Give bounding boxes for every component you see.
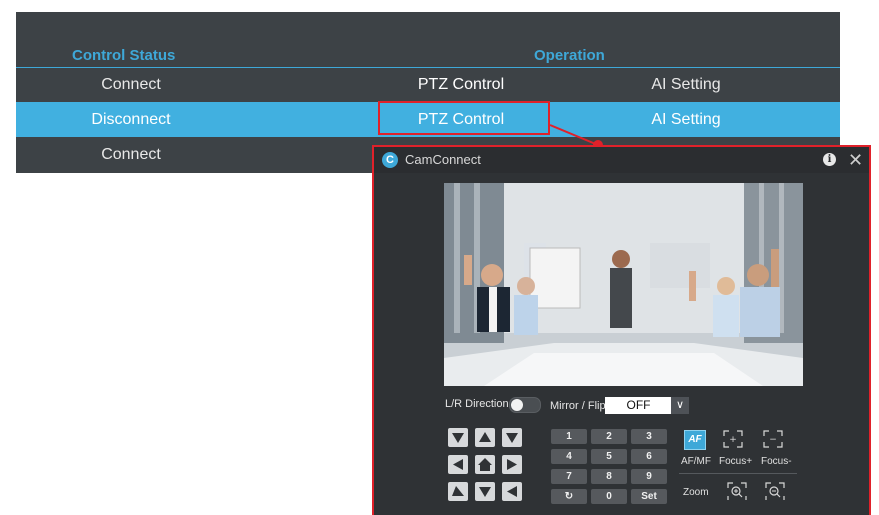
- home-button[interactable]: [475, 455, 495, 474]
- svg-text:−: −: [769, 435, 777, 445]
- svg-text:+: +: [729, 435, 737, 445]
- ai-setting-link[interactable]: AI Setting: [576, 102, 796, 137]
- preset-9-button[interactable]: 9: [631, 469, 667, 484]
- lr-direction-toggle[interactable]: [509, 397, 541, 413]
- preset-0-button[interactable]: 0: [591, 489, 627, 504]
- arrow-up-icon: [479, 432, 491, 442]
- camconnect-window: C CamConnect i ✕ L/R Direction Mirror / …: [372, 145, 871, 515]
- tilt-up-button[interactable]: [475, 428, 495, 447]
- preset-7-button[interactable]: 7: [551, 469, 587, 484]
- preset-5-button[interactable]: 5: [591, 449, 627, 464]
- window-titlebar: C CamConnect i ✕: [374, 147, 869, 173]
- divider: [679, 473, 797, 474]
- af-mf-label: AF/MF: [681, 456, 711, 467]
- arrow-left-small-icon: [507, 486, 517, 497]
- mirror-flip-label: Mirror / Flip: [550, 400, 606, 412]
- arrow-left-icon: [453, 459, 463, 470]
- pan-right-button[interactable]: [502, 455, 522, 474]
- table-row: Connect PTZ Control AI Setting: [16, 67, 840, 102]
- connect-link[interactable]: Connect: [16, 67, 246, 102]
- preset-3-button[interactable]: 3: [631, 429, 667, 444]
- preset-6-button[interactable]: 6: [631, 449, 667, 464]
- pan-up-left-button[interactable]: [448, 428, 468, 447]
- table-header: Control Status Operation: [16, 45, 840, 68]
- zoom-out-icon[interactable]: [765, 482, 785, 500]
- arrow-down-icon: [479, 487, 491, 497]
- arrow-down-right-icon: [506, 433, 518, 443]
- ptz-control-link[interactable]: PTZ Control: [356, 67, 566, 102]
- reset-button[interactable]: ↻: [551, 489, 587, 504]
- header-operation: Operation: [534, 47, 605, 64]
- tilt-down-button[interactable]: [475, 482, 495, 501]
- camera-preview-image: [444, 183, 803, 386]
- preset-2-button[interactable]: 2: [591, 429, 627, 444]
- preset-8-button[interactable]: 8: [591, 469, 627, 484]
- focus-plus-icon[interactable]: +: [723, 430, 743, 448]
- focus-minus-icon[interactable]: −: [763, 430, 783, 448]
- arrow-down-left-icon: [452, 433, 464, 443]
- ptz-control-highlight: [378, 101, 550, 135]
- pan-down-right-button[interactable]: [502, 482, 522, 501]
- preset-1-button[interactable]: 1: [551, 429, 587, 444]
- info-icon[interactable]: i: [823, 153, 836, 166]
- disconnect-link[interactable]: Disconnect: [16, 102, 246, 137]
- zoom-label: Zoom: [683, 487, 709, 498]
- preset-4-button[interactable]: 4: [551, 449, 587, 464]
- home-icon: [478, 458, 492, 471]
- lr-direction-label: L/R Direction: [445, 398, 509, 410]
- arrow-up-left-icon: [452, 486, 464, 496]
- pan-left-button[interactable]: [448, 455, 468, 474]
- chevron-down-icon[interactable]: ∨: [671, 397, 689, 414]
- pan-down-left-button[interactable]: [448, 482, 468, 501]
- mirror-flip-value: OFF: [626, 398, 651, 412]
- arrow-right-icon: [507, 459, 517, 470]
- connect-link[interactable]: Connect: [16, 137, 246, 172]
- focus-minus-label: Focus-: [761, 456, 792, 467]
- close-icon[interactable]: ✕: [848, 150, 863, 170]
- zoom-in-icon[interactable]: [727, 482, 747, 500]
- af-mf-button[interactable]: AF: [684, 430, 706, 450]
- window-title: CamConnect: [405, 152, 481, 167]
- camconnect-logo-icon: C: [382, 152, 398, 168]
- set-preset-button[interactable]: Set: [631, 489, 667, 504]
- ai-setting-link[interactable]: AI Setting: [576, 67, 796, 102]
- camera-preview: [444, 183, 803, 386]
- focus-plus-label: Focus+: [719, 456, 753, 467]
- toggle-knob: [511, 399, 523, 411]
- header-control-status: Control Status: [72, 47, 176, 64]
- pan-up-right-button[interactable]: [502, 428, 522, 447]
